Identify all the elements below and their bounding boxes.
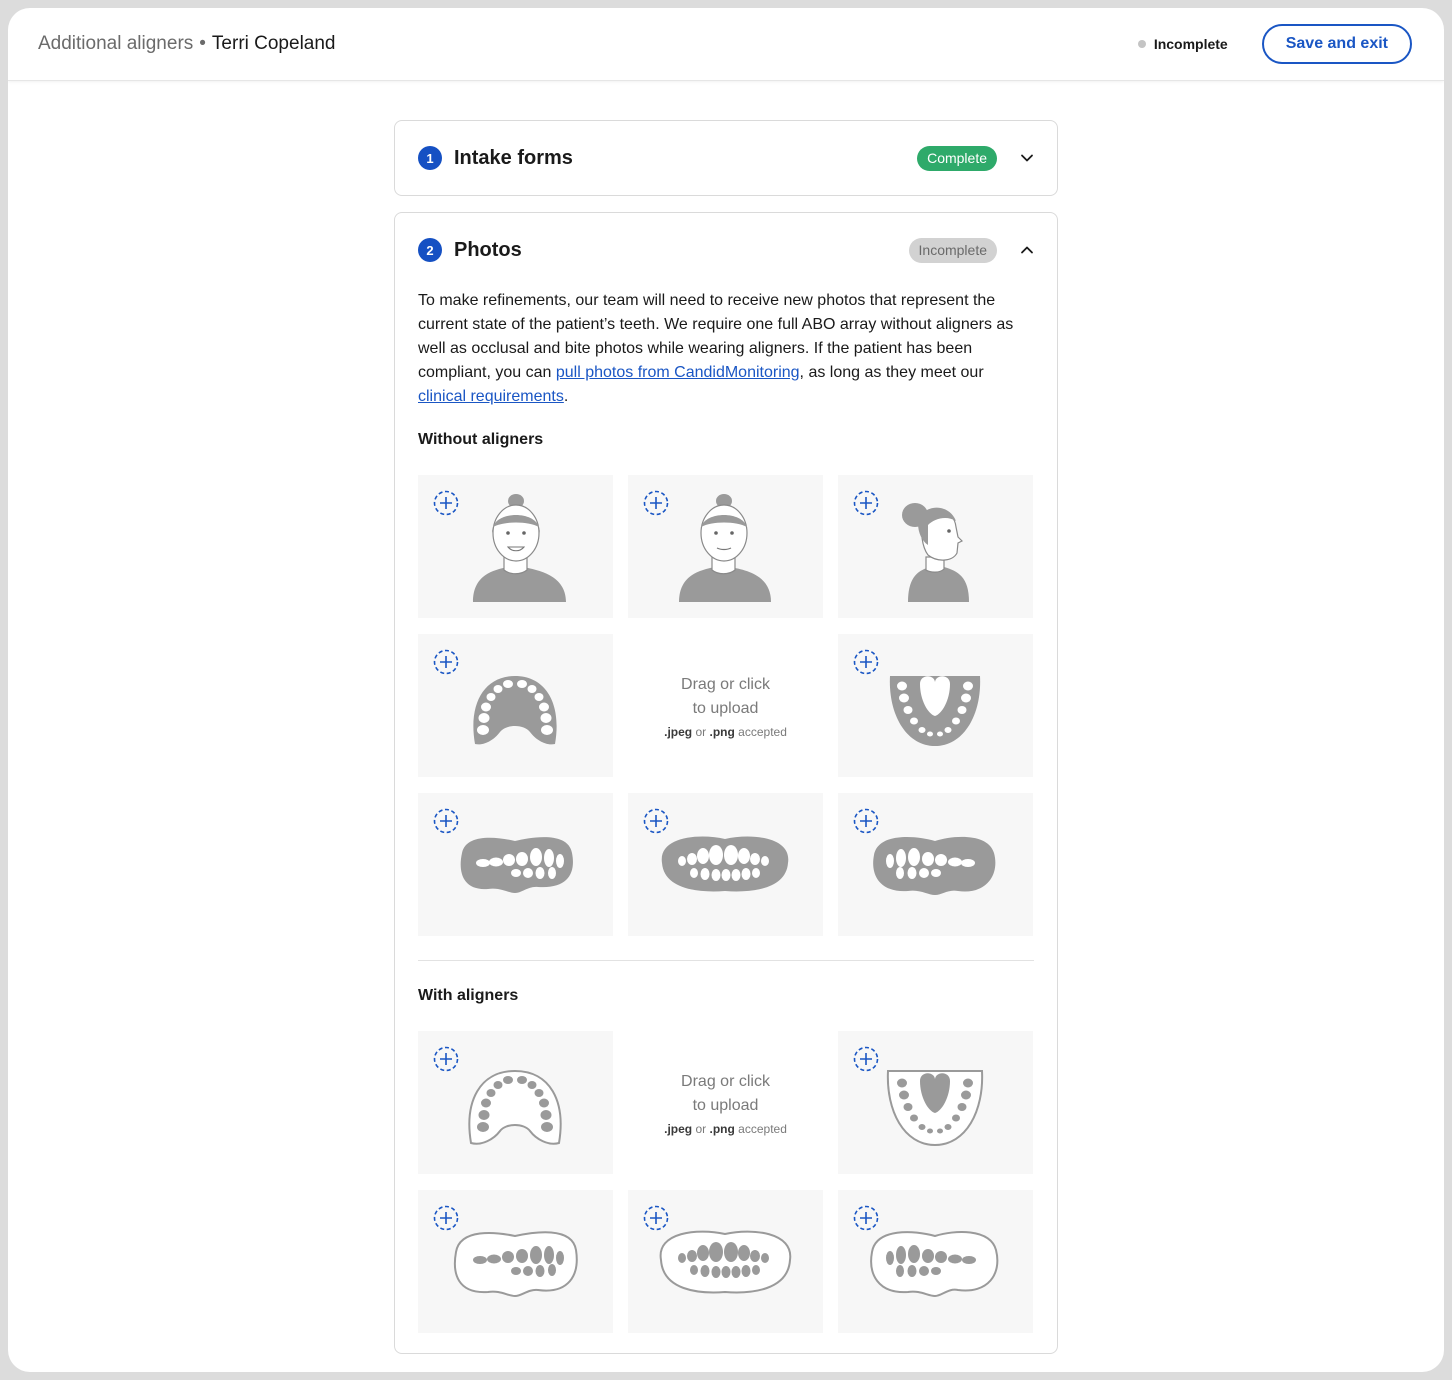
add-photo-icon[interactable]: [433, 1046, 459, 1072]
upload-dropzone[interactable]: Drag or click to upload .jpeg or .png ac…: [628, 1031, 823, 1174]
format-or: or: [695, 724, 707, 739]
breadcrumb-separator: •: [199, 33, 206, 54]
photo-slot-bite-right-aligners[interactable]: [418, 1190, 613, 1333]
photo-slot-lower-occlusal-aligners[interactable]: [838, 1031, 1033, 1174]
top-bar: Additional aligners • Terri Copeland Incom…: [8, 8, 1444, 81]
status-badge: Complete: [917, 145, 997, 171]
add-photo-icon[interactable]: [643, 1205, 669, 1231]
format-png: .png: [709, 1121, 735, 1136]
photo-slot-bite-left[interactable]: [838, 793, 1033, 936]
intake-forms-header[interactable]: 1 Intake forms Complete: [395, 121, 1057, 195]
save-and-exit-button[interactable]: Save and exit: [1261, 24, 1412, 64]
status-badge: Incomplete: [908, 237, 997, 263]
photos-description: To make refinements, our team will need …: [418, 289, 1034, 409]
add-photo-icon[interactable]: [853, 490, 879, 516]
with-aligners-title: With aligners: [418, 987, 519, 1004]
photo-slot-lower-occlusal[interactable]: [838, 634, 1033, 777]
photo-slot-bite-front[interactable]: [628, 793, 823, 936]
add-photo-icon[interactable]: [643, 490, 669, 516]
upload-dropzone[interactable]: Drag or click to upload .jpeg or .png ac…: [628, 634, 823, 777]
photo-slot-upper-occlusal[interactable]: [418, 634, 613, 777]
step-number: 1: [418, 146, 442, 170]
add-photo-icon[interactable]: [433, 808, 459, 834]
chevron-down-icon[interactable]: [1019, 150, 1035, 166]
format-jpeg: .jpeg: [664, 724, 693, 739]
description-text: .: [563, 388, 569, 405]
add-photo-icon[interactable]: [433, 1205, 459, 1231]
candid-monitoring-link[interactable]: pull photos from CandidMonitoring: [556, 364, 800, 381]
add-photo-icon[interactable]: [433, 490, 459, 516]
intake-forms-section: 1 Intake forms Complete: [394, 120, 1058, 196]
photo-slot-face-neutral[interactable]: [628, 475, 823, 618]
photos-header[interactable]: 2 Photos Incomplete: [395, 213, 1057, 287]
overall-status-label: Incomplete: [1153, 36, 1228, 52]
upload-formats: .jpeg or .png accepted: [664, 1122, 787, 1136]
with-aligners-grid: Drag or click to upload .jpeg or .png ac…: [418, 1031, 1034, 1333]
add-photo-icon[interactable]: [853, 649, 879, 675]
status-dot-icon: [1137, 40, 1146, 48]
add-photo-icon[interactable]: [853, 1046, 879, 1072]
section-title: Intake forms: [454, 146, 573, 169]
photo-slot-face-smile[interactable]: [418, 475, 613, 618]
patient-name: Terri Copeland: [211, 33, 336, 54]
app-window: Additional aligners • Terri Copeland Incom…: [8, 8, 1444, 1372]
description-text: , as long as they meet our: [799, 364, 984, 381]
without-aligners-title: Without aligners: [418, 431, 544, 448]
upload-formats: .jpeg or .png accepted: [664, 725, 787, 739]
format-jpeg: .jpeg: [664, 1121, 693, 1136]
section-divider: [418, 960, 1034, 961]
step-number: 2: [418, 238, 442, 262]
photo-slot-bite-right[interactable]: [418, 793, 613, 936]
photos-section: 2 Photos Incomplete To make refinements,…: [394, 212, 1058, 1354]
section-title: Photos: [454, 238, 522, 261]
format-accepted: accepted: [738, 724, 787, 739]
add-photo-icon[interactable]: [643, 808, 669, 834]
overall-status: Incomplete: [1137, 36, 1228, 52]
main-content: 1 Intake forms Complete 2 Photos Incompl…: [394, 120, 1058, 1370]
add-photo-icon[interactable]: [853, 1205, 879, 1231]
format-or: or: [695, 1121, 707, 1136]
upload-text: to upload: [692, 699, 759, 717]
breadcrumb: Additional aligners • Terri Copeland: [38, 33, 336, 55]
format-png: .png: [709, 724, 735, 739]
flow-title: Additional aligners: [38, 33, 194, 54]
add-photo-icon[interactable]: [853, 808, 879, 834]
photo-slot-bite-front-aligners[interactable]: [628, 1190, 823, 1333]
upload-text: Drag or click: [681, 1072, 770, 1090]
upload-text: to upload: [692, 1096, 759, 1114]
without-aligners-grid: Drag or click to upload .jpeg or .png ac…: [418, 475, 1034, 936]
upload-text: Drag or click: [681, 675, 770, 693]
photo-slot-bite-left-aligners[interactable]: [838, 1190, 1033, 1333]
add-photo-icon[interactable]: [433, 649, 459, 675]
chevron-up-icon[interactable]: [1019, 242, 1035, 258]
format-accepted: accepted: [738, 1121, 787, 1136]
photo-slot-face-profile[interactable]: [838, 475, 1033, 618]
clinical-requirements-link[interactable]: clinical requirements: [418, 388, 564, 405]
photos-body: To make refinements, our team will need …: [395, 287, 1057, 1353]
photo-slot-upper-occlusal-aligners[interactable]: [418, 1031, 613, 1174]
